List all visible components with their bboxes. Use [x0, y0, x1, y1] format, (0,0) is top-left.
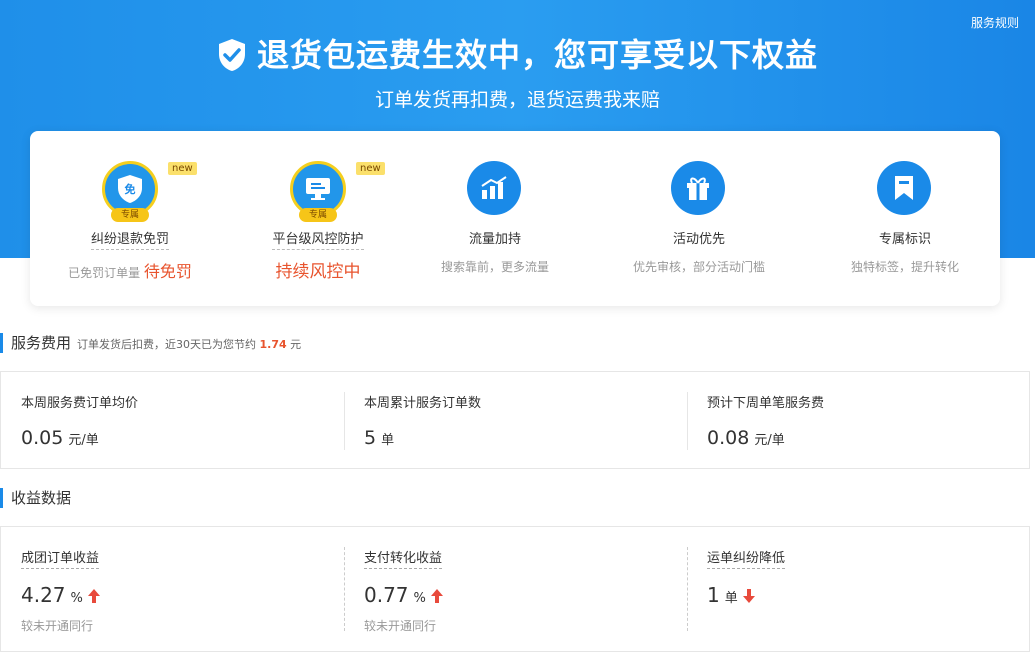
stat-label[interactable]: 成团订单收益 [21, 547, 100, 569]
divider [344, 392, 345, 450]
service-rules-link[interactable]: 服务规则 [971, 14, 1019, 31]
stat-value: 0.08 元/单 [707, 427, 785, 449]
stat-label: 本周服务费订单均价 [21, 396, 139, 411]
page-title: 退货包运费生效中，您可享受以下权益 [0, 30, 1035, 80]
stat-value: 4.27% [21, 583, 101, 609]
divider [344, 547, 345, 631]
service-fee-note: 订单发货后扣费，近30天已为您节约 1.74 元 [77, 338, 302, 351]
stat-value: 0.77% [364, 583, 444, 609]
section-title-text: 服务费用 [11, 334, 72, 352]
service-fee-card: 本周服务费订单均价 0.05 元/单 本周累计服务订单数 5单 预计下周单笔服务费… [0, 371, 1030, 469]
stat-label[interactable]: 支付转化收益 [364, 547, 443, 569]
section-title-service-fee: 服务费用 订单发货后扣费，近30天已为您节约 1.74 元 [0, 333, 301, 353]
arrow-down-icon [742, 585, 756, 609]
benefit-desc: 优先审核，部分活动门槛 [632, 260, 765, 274]
benefit-desc: 搜索靠前，更多流量 [440, 260, 549, 274]
arrow-up-icon [430, 585, 444, 609]
benefit-traffic-boost[interactable]: 流量加持 搜索靠前，更多流量 [400, 131, 590, 306]
revenue-card: 成团订单收益 4.27% 较未开通同行 支付转化收益 0.77% 较未开通同行 … [0, 526, 1030, 652]
benefits-panel: 免 专属 new 纠纷退款免罚 已免罚订单量 待免罚 专属 new 平台级风控防… [30, 131, 1000, 306]
page-title-text: 退货包运费生效中，您可享受以下权益 [256, 36, 818, 74]
stat-label: 本周累计服务订单数 [364, 396, 482, 411]
divider [687, 392, 688, 450]
benefit-risk-control[interactable]: 专属 new 平台级风控防护 持续风控中 [223, 131, 413, 306]
shield-check-icon [217, 38, 247, 80]
stat-label[interactable]: 运单纠纷降低 [707, 547, 786, 569]
stat-value: 1单 [707, 583, 756, 609]
benefit-activity-priority[interactable]: 活动优先 优先审核，部分活动门槛 [604, 131, 794, 306]
arrow-up-icon [87, 585, 101, 609]
page: 退货包运费生效中，您可享受以下权益 订单发货再扣费，退货运费我来赔 服务规则 免… [0, 0, 1035, 656]
stat-label: 预计下周单笔服务费 [707, 396, 825, 411]
stat-value: 0.05 元/单 [21, 427, 99, 449]
stat-value: 5单 [364, 427, 395, 449]
section-title-text: 收益数据 [11, 489, 72, 507]
new-badge: new [356, 162, 385, 175]
exclusive-badge: 专属 [299, 208, 337, 222]
divider [687, 547, 688, 631]
benefit-name: 平台级风控防护 [223, 228, 413, 250]
benefit-dispute-refund[interactable]: 免 专属 new 纠纷退款免罚 已免罚订单量 待免罚 [35, 131, 225, 306]
stat-note: 较未开通同行 [364, 619, 437, 633]
new-badge: new [168, 162, 197, 175]
benefit-name: 流量加持 [468, 232, 521, 247]
section-title-revenue: 收益数据 [0, 488, 71, 508]
benefit-highlight: 待免罚 [143, 262, 192, 281]
benefit-exclusive-tag[interactable]: 专属标识 独特标签，提升转化 [810, 131, 1000, 306]
saved-amount: 1.74 [259, 338, 287, 351]
benefit-desc: 已免罚订单量 待免罚 [68, 262, 192, 281]
gift-icon [671, 161, 725, 215]
benefit-name: 专属标识 [878, 232, 931, 247]
bar-chart-icon [467, 161, 521, 215]
page-subtitle: 订单发货再扣费，退货运费我来赔 [374, 89, 660, 111]
exclusive-badge: 专属 [111, 208, 149, 222]
benefit-name: 纠纷退款免罚 [35, 228, 225, 250]
svg-text:免: 免 [125, 182, 136, 196]
bookmark-icon [877, 161, 931, 215]
benefit-highlight: 持续风控中 [275, 262, 361, 282]
benefit-name: 活动优先 [672, 232, 725, 247]
stat-note: 较未开通同行 [21, 619, 94, 633]
benefit-desc: 独特标签，提升转化 [850, 260, 959, 274]
